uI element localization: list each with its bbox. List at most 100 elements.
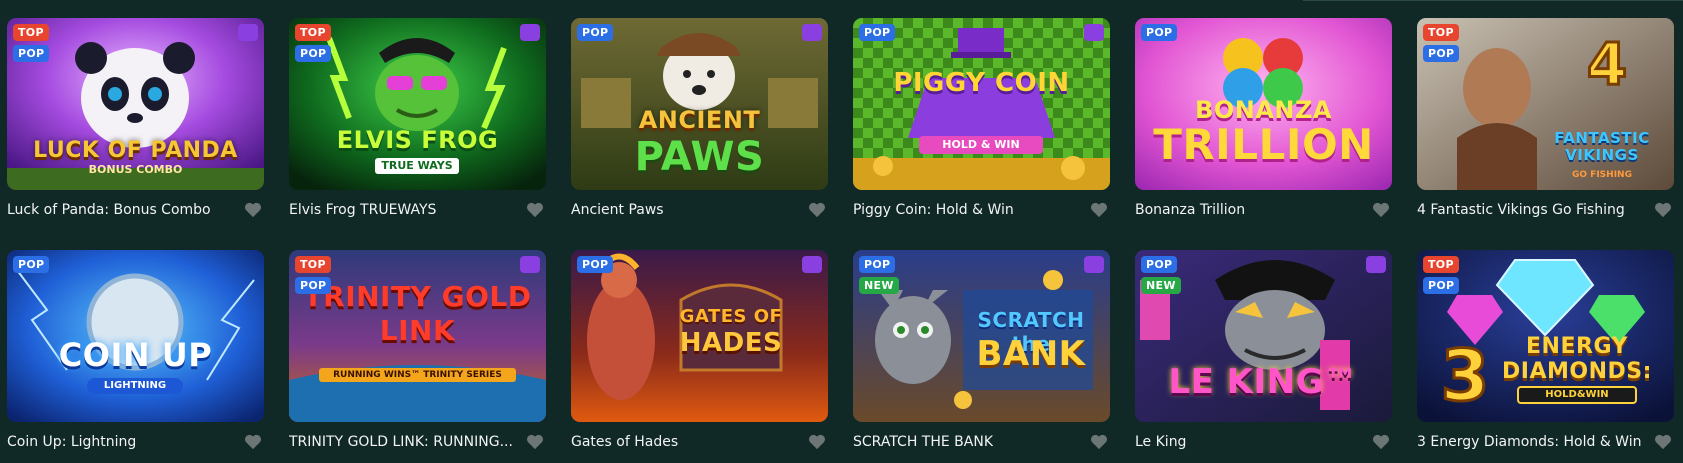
- pop-badge: POP: [859, 256, 896, 273]
- pop-badge: POP: [13, 45, 50, 62]
- crown-icon: [1084, 256, 1104, 273]
- game-title[interactable]: SCRATCH THE BANK: [853, 434, 993, 450]
- game-title[interactable]: Le King: [1135, 434, 1186, 450]
- game-artwork: [853, 18, 1110, 190]
- new-badge: NEW: [859, 277, 899, 294]
- heart-icon[interactable]: [1654, 202, 1672, 218]
- badge-stack: POP: [13, 256, 50, 273]
- game-art-subtitle: HOLD & WIN: [919, 136, 1043, 154]
- pop-badge: POP: [295, 277, 332, 294]
- game-thumbnail[interactable]: 4 FANTASTIC VIKINGS GO FISHING TOP POP: [1417, 18, 1674, 190]
- game-thumbnail[interactable]: BONANZA TRILLION POP: [1135, 18, 1392, 190]
- game-art-title: ENERGY DIAMONDS:: [1502, 334, 1652, 384]
- pop-badge: POP: [1423, 277, 1460, 294]
- badge-stack: TOP POP: [1423, 256, 1460, 294]
- game-thumbnail[interactable]: 3 ENERGY DIAMONDS: HOLD&WIN TOP POP: [1417, 250, 1674, 422]
- crown-icon: [1366, 256, 1386, 273]
- crown-icon: [520, 256, 540, 273]
- game-thumbnail[interactable]: SCRATCH the BANK POP NEW: [853, 250, 1110, 422]
- heart-icon[interactable]: [244, 202, 262, 218]
- game-title[interactable]: Coin Up: Lightning: [7, 434, 136, 450]
- game-thumbnail[interactable]: COIN UP LIGHTNING POP: [7, 250, 264, 422]
- badge-stack: POP: [577, 24, 614, 41]
- game-art-title: COIN UP: [58, 336, 213, 374]
- heart-icon[interactable]: [244, 434, 262, 450]
- game-card[interactable]: ELVIS FROG TRUE WAYS TOP POP Elvis Frog …: [289, 18, 546, 231]
- top-badge: TOP: [295, 24, 331, 41]
- game-title[interactable]: 3 Energy Diamonds: Hold & Win: [1417, 434, 1641, 450]
- badge-stack: POP: [577, 256, 614, 273]
- game-title[interactable]: TRINITY GOLD LINK: RUNNING...: [289, 434, 513, 450]
- game-card[interactable]: GATES OF HADES POP Gates of Hades: [571, 250, 828, 463]
- game-art-title: LE KING™: [1168, 362, 1359, 402]
- game-card[interactable]: BONANZA TRILLION POP Bonanza Trillion: [1135, 18, 1392, 231]
- game-title[interactable]: Elvis Frog TRUEWAYS: [289, 202, 436, 218]
- top-badge: TOP: [1423, 24, 1459, 41]
- game-art-subtitle: RUNNING WINS™ TRINITY SERIES: [319, 368, 516, 382]
- badge-stack: POP: [1141, 24, 1178, 41]
- game-title[interactable]: 4 Fantastic Vikings Go Fishing: [1417, 202, 1625, 218]
- crown-icon: [238, 24, 258, 41]
- game-thumbnail[interactable]: LE KING™ POP NEW: [1135, 250, 1392, 422]
- game-card[interactable]: TRINITY GOLD LINK RUNNING WINS™ TRINITY …: [289, 250, 546, 463]
- game-thumbnail[interactable]: ANCIENT PAWS POP: [571, 18, 828, 190]
- game-thumbnail[interactable]: GATES OF HADES POP: [571, 250, 828, 422]
- game-thumbnail[interactable]: PIGGY COIN HOLD & WIN POP: [853, 18, 1110, 190]
- game-card[interactable]: PIGGY COIN HOLD & WIN POP Piggy Coin: Ho…: [853, 18, 1110, 231]
- game-art-subtitle: GO FISHING: [1572, 170, 1632, 180]
- game-art-title: PIGGY COIN: [893, 68, 1070, 98]
- game-card[interactable]: LUCK OF PANDA BONUS COMBO TOP POP Luck o…: [7, 18, 264, 231]
- game-art-title: TRINITY GOLD LINK: [303, 280, 532, 347]
- top-badge: TOP: [13, 24, 49, 41]
- svg-text:4: 4: [1587, 30, 1627, 98]
- top-badge: TOP: [1423, 256, 1459, 273]
- crown-icon: [802, 256, 822, 273]
- badge-stack: POP NEW: [1141, 256, 1181, 294]
- game-thumbnail[interactable]: TRINITY GOLD LINK RUNNING WINS™ TRINITY …: [289, 250, 546, 422]
- game-card[interactable]: COIN UP LIGHTNING POP Coin Up: Lightning: [7, 250, 264, 463]
- badge-stack: TOP POP: [1423, 24, 1460, 62]
- pop-badge: POP: [1423, 45, 1460, 62]
- game-art-title: ANCIENT: [638, 106, 761, 134]
- heart-icon[interactable]: [1654, 434, 1672, 450]
- badge-stack: POP NEW: [859, 256, 899, 294]
- game-art-title: ELVIS FROG: [336, 126, 499, 154]
- game-art-subtitle: LIGHTNING: [87, 378, 183, 394]
- game-card[interactable]: LE KING™ POP NEW Le King: [1135, 250, 1392, 463]
- game-thumbnail[interactable]: LUCK OF PANDA BONUS COMBO TOP POP: [7, 18, 264, 190]
- game-card[interactable]: SCRATCH the BANK POP NEW SCRATCH THE BAN…: [853, 250, 1110, 463]
- heart-icon[interactable]: [808, 434, 826, 450]
- game-art-title: GATES OF: [679, 306, 783, 327]
- game-title[interactable]: Luck of Panda: Bonus Combo: [7, 202, 211, 218]
- heart-icon[interactable]: [808, 202, 826, 218]
- game-art-subtitle: TRUE WAYS: [375, 158, 459, 174]
- game-art-title: FANTASTIC VIKINGS: [1554, 129, 1650, 164]
- game-title[interactable]: Gates of Hades: [571, 434, 678, 450]
- game-card[interactable]: 4 FANTASTIC VIKINGS GO FISHING TOP POP 4…: [1417, 18, 1674, 231]
- pop-badge: POP: [295, 45, 332, 62]
- game-art-subtitle: TRILLION: [1153, 120, 1374, 169]
- game-art-subtitle: PAWS: [634, 134, 765, 180]
- game-title[interactable]: Piggy Coin: Hold & Win: [853, 202, 1014, 218]
- game-title[interactable]: Ancient Paws: [571, 202, 664, 218]
- heart-icon[interactable]: [526, 434, 544, 450]
- new-badge: NEW: [1141, 277, 1181, 294]
- heart-icon[interactable]: [1372, 434, 1390, 450]
- game-art-title: LUCK OF PANDA: [33, 138, 238, 163]
- crown-icon: [802, 24, 822, 41]
- game-card[interactable]: ANCIENT PAWS POP Ancient Paws: [571, 18, 828, 231]
- game-title[interactable]: Bonanza Trillion: [1135, 202, 1245, 218]
- heart-icon[interactable]: [1090, 434, 1108, 450]
- badge-stack: TOP POP: [295, 256, 332, 294]
- pop-badge: POP: [577, 24, 614, 41]
- game-art-subtitle: HOLD&WIN: [1517, 386, 1637, 404]
- game-card[interactable]: 3 ENERGY DIAMONDS: HOLD&WIN TOP POP 3 En…: [1417, 250, 1674, 463]
- game-art-subtitle: HADES: [679, 328, 783, 358]
- header-divider: [1303, 0, 1683, 1]
- heart-icon[interactable]: [1090, 202, 1108, 218]
- heart-icon[interactable]: [1372, 202, 1390, 218]
- heart-icon[interactable]: [526, 202, 544, 218]
- game-art-subtitle: BANK: [976, 334, 1086, 374]
- game-thumbnail[interactable]: ELVIS FROG TRUE WAYS TOP POP: [289, 18, 546, 190]
- svg-text:3: 3: [1441, 335, 1490, 417]
